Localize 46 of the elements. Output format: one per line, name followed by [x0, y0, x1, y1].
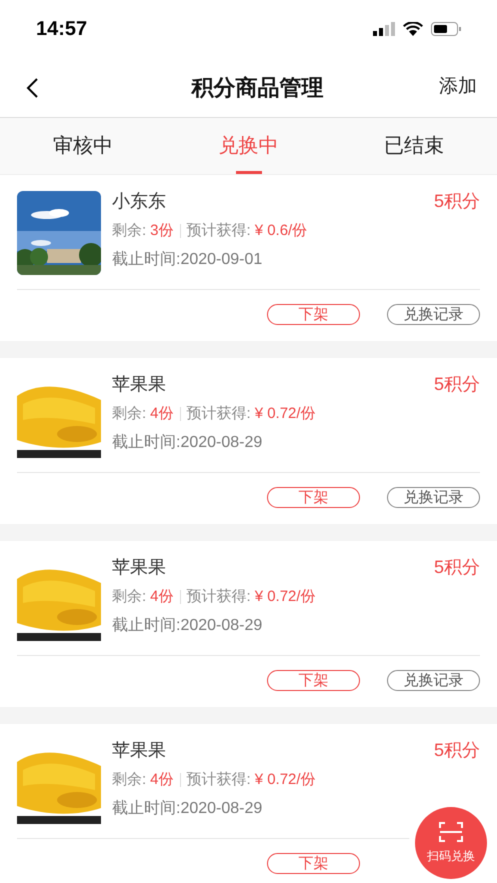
- product-name: 苹果果: [112, 373, 166, 396]
- remain-value: 3份: [150, 221, 174, 241]
- record-button[interactable]: 兑换记录: [387, 487, 480, 508]
- points-label: 5积分: [434, 190, 480, 213]
- scan-icon: [439, 821, 463, 843]
- expect-label: 预计获得:: [186, 221, 251, 241]
- battery-icon: [431, 22, 461, 36]
- remain-value: 4份: [150, 404, 174, 424]
- expect-label: 预计获得:: [186, 770, 251, 790]
- status-time: 14:57: [36, 17, 88, 42]
- signal-icon: [373, 22, 395, 36]
- tab[interactable]: 兑换中: [166, 118, 332, 174]
- remain-label: 剩余:: [112, 221, 146, 241]
- wifi-icon: [403, 22, 423, 36]
- expect-value: ¥ 0.72/份: [254, 587, 316, 607]
- expect-label: 预计获得:: [186, 587, 251, 607]
- product-name: 苹果果: [112, 556, 166, 579]
- scan-exchange-button[interactable]: 扫码兑换: [415, 807, 487, 879]
- remain-label: 剩余:: [112, 404, 146, 424]
- page-title: 积分商品管理: [190, 74, 324, 102]
- tab[interactable]: 审核中: [0, 118, 166, 174]
- remain-label: 剩余:: [112, 587, 146, 607]
- record-button[interactable]: 兑换记录: [387, 670, 480, 691]
- delist-button[interactable]: 下架: [267, 853, 360, 874]
- remain-value: 4份: [150, 587, 174, 607]
- deadline-text: 截止时间:2020-08-29: [112, 798, 264, 818]
- add-button[interactable]: 添加: [439, 73, 477, 102]
- remain-label: 剩余:: [112, 770, 146, 790]
- remain-value: 4份: [150, 770, 174, 790]
- expect-value: ¥ 0.72/份: [254, 404, 316, 424]
- points-label: 5积分: [434, 373, 480, 396]
- deadline-text: 截止时间:2020-09-01: [112, 250, 264, 270]
- deadline-text: 截止时间:2020-08-29: [112, 616, 264, 636]
- delist-button[interactable]: 下架: [267, 487, 360, 508]
- record-button[interactable]: 兑换记录: [387, 304, 480, 325]
- points-label: 5积分: [434, 556, 480, 579]
- points-label: 5积分: [434, 739, 480, 762]
- expect-value: ¥ 0.72/份: [254, 770, 316, 790]
- deadline-text: 截止时间:2020-08-29: [112, 432, 264, 452]
- product-name: 小东东: [112, 190, 166, 213]
- tab[interactable]: 已结束: [331, 118, 497, 174]
- expect-value: ¥ 0.6/份: [254, 221, 308, 241]
- product-name: 苹果果: [112, 739, 166, 762]
- delist-button[interactable]: 下架: [267, 304, 360, 325]
- expect-label: 预计获得:: [186, 404, 251, 424]
- delist-button[interactable]: 下架: [267, 670, 360, 691]
